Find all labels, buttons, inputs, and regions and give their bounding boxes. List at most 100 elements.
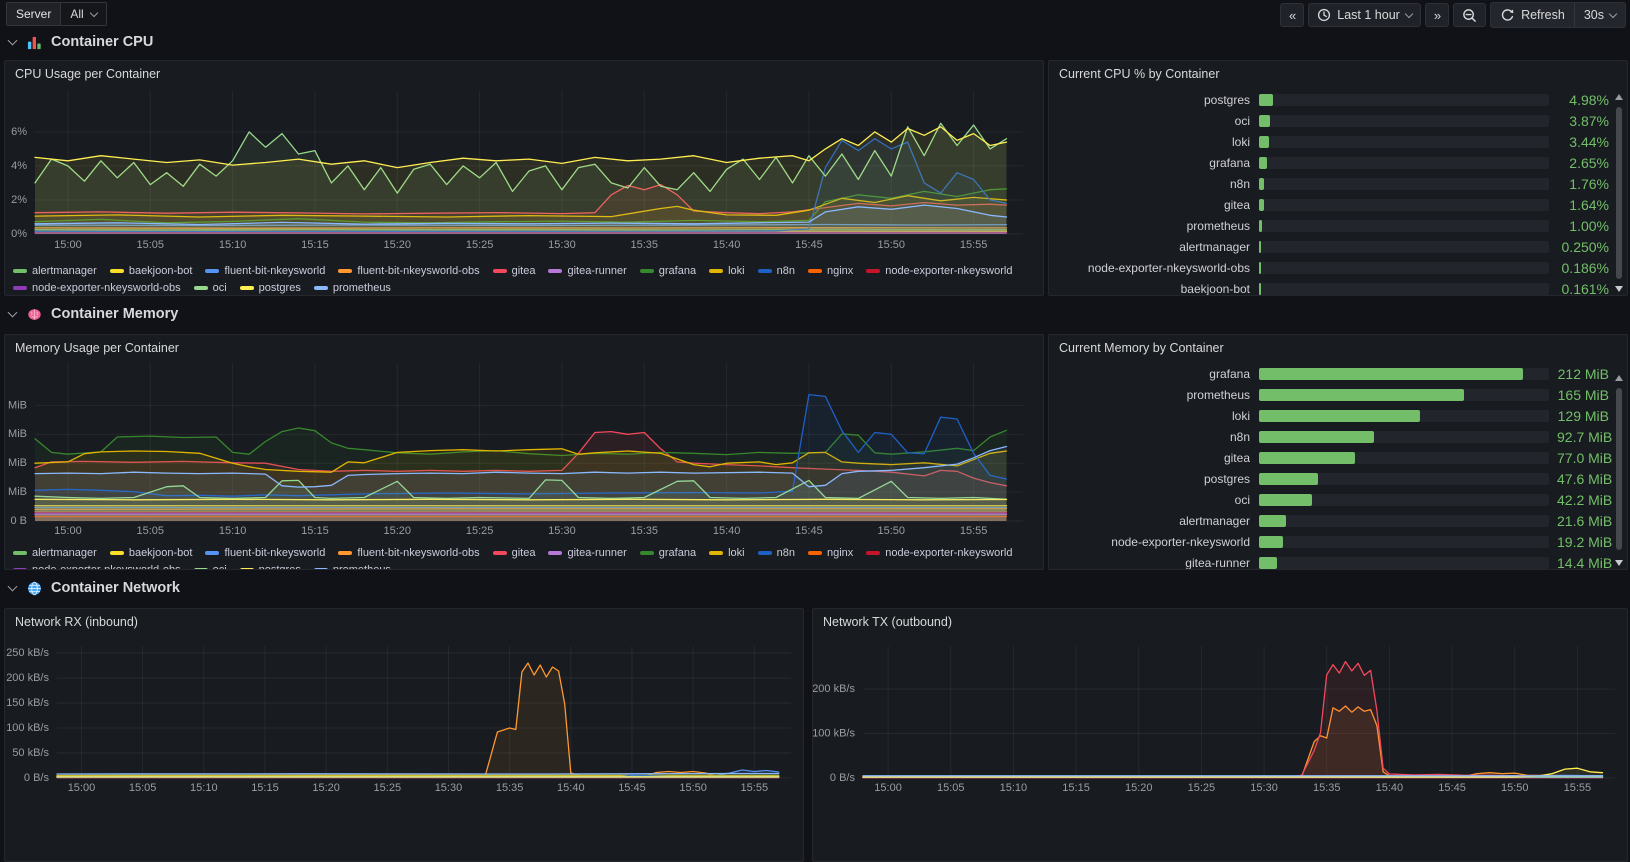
series-color-swatch bbox=[314, 568, 328, 571]
legend-item[interactable]: n8n bbox=[758, 547, 795, 559]
gauge-track bbox=[1259, 115, 1549, 127]
legend-item[interactable]: gitea bbox=[493, 547, 536, 559]
series-color-swatch bbox=[194, 286, 208, 290]
gauge-value: 47.6 MiB bbox=[1557, 471, 1609, 487]
time-range-picker[interactable]: Last 1 hour bbox=[1308, 3, 1421, 27]
scroll-up-icon[interactable] bbox=[1615, 375, 1623, 381]
legend-item[interactable]: baekjoon-bot bbox=[110, 547, 193, 559]
time-shift-forward-button[interactable]: » bbox=[1425, 3, 1449, 27]
legend-item[interactable]: alertmanager bbox=[13, 547, 97, 559]
gauge-value: 0.250% bbox=[1557, 239, 1609, 255]
cpu-usage-chart[interactable]: 0%2%4%6%15:0015:0515:1015:1515:2015:2515… bbox=[5, 61, 1043, 295]
svg-text:150 kB/s: 150 kB/s bbox=[6, 697, 49, 709]
gauge-row: baekjoon-bot0.161% bbox=[1049, 278, 1627, 296]
gauge-row-label: gitea bbox=[1055, 198, 1259, 212]
gauge-track bbox=[1259, 410, 1549, 422]
gauge-track bbox=[1259, 199, 1549, 211]
network-tx-chart[interactable]: 0 B/s100 kB/s200 kB/s15:0015:0515:1015:1… bbox=[813, 609, 1627, 861]
scrollbar[interactable] bbox=[1616, 388, 1622, 550]
legend-item[interactable]: grafana bbox=[640, 547, 696, 559]
gauge-row-label: grafana bbox=[1055, 367, 1259, 381]
svg-text:15:30: 15:30 bbox=[548, 525, 576, 537]
gauge-fill bbox=[1259, 157, 1267, 169]
legend-item[interactable]: alertmanager bbox=[13, 265, 97, 277]
legend-item[interactable]: prometheus bbox=[314, 564, 391, 571]
chevron-down-icon bbox=[1405, 9, 1413, 17]
gauge-value: 129 MiB bbox=[1557, 408, 1609, 424]
legend-item[interactable]: fluent-bit-nkeysworld bbox=[205, 547, 325, 559]
series-label: node-exporter-nkeysworld-obs bbox=[32, 282, 181, 294]
gauge-fill bbox=[1259, 241, 1261, 253]
gauge-track bbox=[1259, 283, 1549, 295]
legend-item[interactable]: gitea-runner bbox=[548, 265, 626, 277]
gauge-value: 212 MiB bbox=[1557, 366, 1609, 382]
svg-text:6%: 6% bbox=[11, 126, 27, 138]
refresh-interval-select[interactable]: 30s bbox=[1574, 3, 1625, 27]
section-container-network[interactable]: Container Network bbox=[0, 576, 180, 600]
legend-item[interactable]: gitea-runner bbox=[548, 547, 626, 559]
gauge-row-label: n8n bbox=[1055, 177, 1259, 191]
svg-text:15:35: 15:35 bbox=[631, 525, 659, 537]
time-controls: « Last 1 hour » Refresh 30s bbox=[1280, 2, 1626, 28]
network-rx-chart[interactable]: 0 B/s50 kB/s100 kB/s150 kB/s200 kB/s250 … bbox=[5, 609, 803, 861]
svg-text:15:40: 15:40 bbox=[713, 525, 741, 537]
legend-item[interactable]: gitea bbox=[493, 265, 536, 277]
series-label: fluent-bit-nkeysworld bbox=[224, 547, 325, 559]
legend-item[interactable]: oci bbox=[194, 564, 227, 571]
gauge-row-label: oci bbox=[1055, 493, 1259, 507]
series-color-swatch bbox=[314, 286, 328, 290]
legend-item[interactable]: nginx bbox=[808, 265, 853, 277]
legend-item[interactable]: postgres bbox=[240, 564, 301, 571]
scroll-down-icon[interactable] bbox=[1615, 560, 1623, 566]
gauge-fill bbox=[1259, 494, 1312, 506]
legend-item[interactable]: grafana bbox=[640, 265, 696, 277]
section-container-cpu[interactable]: Container CPU bbox=[0, 30, 153, 54]
legend-item[interactable]: node-exporter-nkeysworld-obs bbox=[13, 564, 181, 571]
server-variable-select[interactable]: All bbox=[61, 3, 105, 25]
legend-item[interactable]: prometheus bbox=[314, 282, 391, 294]
svg-text:15:55: 15:55 bbox=[960, 239, 988, 251]
gauge-row: gitea1.64% bbox=[1049, 194, 1627, 215]
series-color-swatch bbox=[13, 568, 27, 571]
legend-item[interactable]: oci bbox=[194, 282, 227, 294]
legend-item[interactable]: fluent-bit-nkeysworld-obs bbox=[338, 547, 479, 559]
gauge-track bbox=[1259, 452, 1549, 464]
svg-text:15:05: 15:05 bbox=[137, 239, 165, 251]
gauge-fill bbox=[1259, 94, 1273, 106]
gauge-row: grafana 212 MiB bbox=[1049, 363, 1627, 384]
legend-item[interactable]: nginx bbox=[808, 547, 853, 559]
svg-text:15:20: 15:20 bbox=[384, 525, 412, 537]
legend-item[interactable]: node-exporter-nkeysworld-obs bbox=[13, 282, 181, 294]
zoom-out-button[interactable] bbox=[1453, 3, 1486, 27]
series-color-swatch bbox=[205, 551, 219, 555]
gauge-row: prometheus165 MiB bbox=[1049, 384, 1627, 405]
legend-item[interactable]: node-exporter-nkeysworld bbox=[866, 547, 1012, 559]
scrollbar[interactable] bbox=[1616, 107, 1622, 279]
time-shift-back-button[interactable]: « bbox=[1280, 3, 1304, 27]
legend-item[interactable]: loki bbox=[709, 265, 745, 277]
svg-text:15:00: 15:00 bbox=[54, 525, 82, 537]
gauge-row: oci3.87% bbox=[1049, 110, 1627, 131]
svg-text:200 kB/s: 200 kB/s bbox=[6, 672, 49, 684]
svg-text:15:10: 15:10 bbox=[1000, 782, 1028, 794]
legend-item[interactable]: postgres bbox=[240, 282, 301, 294]
gauge-value: 14.4 MiB bbox=[1557, 555, 1609, 571]
memory-usage-chart[interactable]: 0 B64 MiB128 MiB192 MiB256 MiB15:0015:05… bbox=[5, 335, 1043, 569]
svg-text:15:50: 15:50 bbox=[878, 525, 906, 537]
gauge-fill bbox=[1259, 389, 1464, 401]
series-color-swatch bbox=[709, 269, 723, 273]
gauge-row-label: baekjoon-bot bbox=[1055, 282, 1259, 296]
legend-item[interactable]: node-exporter-nkeysworld bbox=[866, 265, 1012, 277]
grafana-dashboard: { "variables": {"label": "Server", "valu… bbox=[0, 0, 1630, 826]
legend-item[interactable]: baekjoon-bot bbox=[110, 265, 193, 277]
legend-item[interactable]: n8n bbox=[758, 265, 795, 277]
legend-item[interactable]: fluent-bit-nkeysworld bbox=[205, 265, 325, 277]
panel-title: Network RX (inbound) bbox=[15, 615, 138, 629]
section-container-memory[interactable]: Container Memory bbox=[0, 302, 178, 326]
scroll-up-icon[interactable] bbox=[1615, 94, 1623, 100]
legend-item[interactable]: loki bbox=[709, 547, 745, 559]
legend-item[interactable]: fluent-bit-nkeysworld-obs bbox=[338, 265, 479, 277]
gauge-fill bbox=[1259, 557, 1277, 569]
refresh-button[interactable]: Refresh bbox=[1491, 3, 1574, 27]
scroll-down-icon[interactable] bbox=[1615, 286, 1623, 292]
